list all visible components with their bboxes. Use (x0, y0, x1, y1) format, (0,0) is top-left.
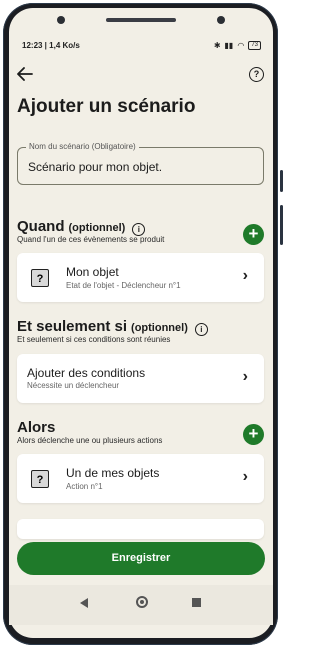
question-box-icon: ? (31, 470, 49, 488)
section-subtitle: Quand l'un de ces évènements se produit (17, 235, 165, 244)
trigger-title: Mon objet (66, 265, 119, 279)
trigger-subtitle: Etat de l'objet - Déclencheur n°1 (66, 281, 181, 290)
save-button[interactable]: Enregistrer (17, 542, 265, 575)
speaker (106, 18, 176, 22)
chevron-right-icon: › (242, 368, 248, 385)
section-title: Et seulement si (17, 318, 128, 335)
section-subtitle: Et seulement si ces conditions sont réun… (17, 335, 171, 344)
add-action-button[interactable]: + (243, 424, 264, 445)
section-quand-header: Quand (optionnel) i Quand l'un de ces év… (17, 218, 164, 244)
scenario-name-field[interactable]: Nom du scénario (Obligatoire) Scénario p… (17, 142, 264, 185)
bluetooth-icon: ✱ (213, 41, 221, 50)
volume-button (280, 170, 283, 192)
wifi-icon: ◠ (237, 41, 245, 50)
chevron-right-icon: › (242, 468, 248, 485)
status-bar: 12:23 | 1,4 Ko/s ✱ ▮▮ ◠ 73 (22, 41, 261, 55)
status-time: 12:23 | 1,4 Ko/s (22, 41, 80, 50)
question-box-icon: ? (31, 269, 49, 287)
arrow-left-icon[interactable] (17, 67, 33, 86)
conditions-title: Ajouter des conditions (27, 366, 146, 380)
system-nav-bar (9, 585, 273, 625)
info-icon[interactable]: i (194, 323, 208, 336)
section-optional: (optionnel) (131, 322, 188, 334)
section-title: Quand (17, 218, 65, 235)
nav-recent-icon[interactable] (192, 598, 201, 607)
field-value[interactable]: Scénario pour mon objet. (28, 160, 162, 174)
battery-icon: 73 (248, 41, 261, 50)
camera (57, 16, 65, 24)
field-label: Nom du scénario (Obligatoire) (26, 142, 139, 151)
section-title: Alors (17, 419, 56, 436)
power-button (280, 205, 283, 245)
add-trigger-button[interactable]: + (243, 224, 264, 245)
sensor (217, 16, 225, 24)
conditions-subtitle: Nécessite un déclencheur (27, 381, 120, 390)
section-conditions-header: Et seulement si (optionnel) i Et seuleme… (17, 318, 208, 344)
action-title: Un de mes objets (66, 466, 160, 480)
section-alors-header: Alors Alors déclenche une ou plusieurs a… (17, 419, 162, 445)
help-circle-icon[interactable]: ? (249, 67, 264, 82)
add-conditions-item[interactable]: Ajouter des conditions Nécessite un décl… (17, 354, 264, 403)
section-subtitle: Alors déclenche une ou plusieurs actions (17, 436, 163, 445)
trigger-item[interactable]: ? Mon objet Etat de l'objet - Déclencheu… (17, 253, 264, 302)
status-icons: ✱ ▮▮ ◠ 73 (214, 41, 261, 50)
partial-card (17, 519, 264, 539)
nav-home-icon[interactable] (136, 596, 148, 608)
page-title: Ajouter un scénario (17, 96, 196, 117)
section-optional: (optionnel) (68, 222, 126, 234)
signal-icon: ▮▮ (224, 41, 234, 50)
chevron-right-icon: › (242, 267, 248, 284)
nav-back-icon[interactable] (80, 598, 88, 608)
action-item[interactable]: ? Un de mes objets Action n°1 › (17, 454, 264, 503)
action-subtitle: Action n°1 (66, 482, 103, 491)
